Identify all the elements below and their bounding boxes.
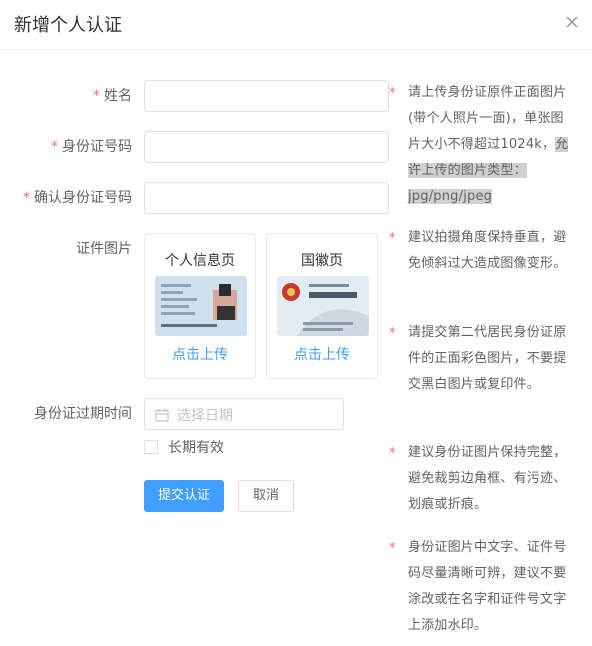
long-term-label: 长期有效: [168, 440, 224, 456]
id-confirm-label: * 确认身份证号码: [23, 190, 132, 206]
dialog-title: 新增个人认证: [14, 15, 122, 36]
card-title: 个人信息页: [165, 253, 235, 269]
tip-1: 请上传身份证原件正面图片(带个人照片一面)，单张图片大小不得超过1024k，允许…: [408, 85, 569, 204]
tip-bullet: *: [389, 86, 396, 101]
photo-label: 证件图片: [76, 241, 132, 257]
date-placeholder: 选择日期: [177, 408, 233, 424]
required-mark: *: [51, 139, 58, 155]
id-confirm-input[interactable]: [144, 182, 389, 214]
upload-front-link[interactable]: 点击上传: [145, 344, 255, 364]
id-card-back-image: [277, 276, 369, 336]
checkbox-box[interactable]: [144, 440, 158, 454]
card-title: 国徽页: [301, 253, 343, 269]
name-input[interactable]: [144, 80, 389, 112]
calendar-icon: [155, 409, 169, 422]
tip-4: 建议身份证图片保持完整，避免裁剪边角框、有污迹、划痕或折痕。: [408, 445, 567, 512]
tip-bullet: *: [389, 231, 396, 246]
tip-5: 身份证图片中文字、证件号码尽量清晰可辨，建议不要涂改或在名字和证件号文字上添加水…: [408, 540, 567, 633]
id-number-input[interactable]: [144, 131, 389, 163]
close-icon[interactable]: [564, 14, 580, 30]
tip-bullet: *: [389, 446, 396, 461]
required-mark: *: [23, 190, 30, 206]
dialog-header: 新增个人认证: [0, 0, 592, 50]
tip-bullet: *: [389, 541, 396, 556]
upload-back-link[interactable]: 点击上传: [267, 344, 377, 364]
name-label: * 姓名: [93, 88, 132, 104]
upload-card-front[interactable]: 个人信息页 点击上传: [144, 233, 256, 379]
id-card-front-image: [155, 276, 247, 336]
required-mark: *: [93, 88, 100, 104]
tip-bullet: *: [389, 326, 396, 341]
id-number-label: * 身份证号码: [51, 139, 132, 155]
expire-label: 身份证过期时间: [34, 406, 132, 422]
date-picker[interactable]: 选择日期: [144, 398, 344, 430]
tip-2: 建议拍摄角度保持垂直，避免倾斜过大造成图像变形。: [408, 230, 567, 271]
upload-card-back[interactable]: 国徽页 点击上传: [266, 233, 378, 379]
cancel-button[interactable]: 取消: [238, 480, 294, 512]
submit-button[interactable]: 提交认证: [144, 480, 224, 512]
tip-3: 请提交第二代居民身份证原件的正面彩色图片，不要提交黑白图片或复印件。: [408, 325, 567, 392]
